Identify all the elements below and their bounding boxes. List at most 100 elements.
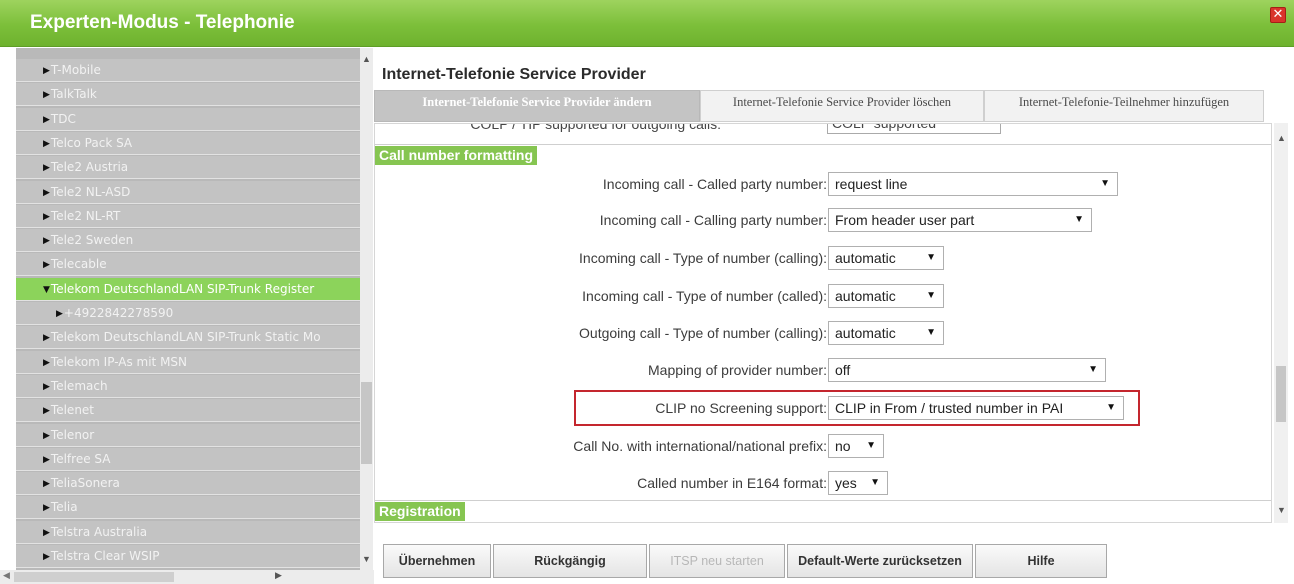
colp-row-partial: COLP / TIP supported for outgoing calls:…	[375, 124, 1271, 134]
tree-item[interactable]: ▶TDC	[16, 107, 360, 131]
tree-item-label: Telemach	[50, 378, 108, 393]
expand-right-icon[interactable]: ▶	[43, 497, 50, 518]
expand-right-icon[interactable]: ▶	[43, 109, 50, 130]
tree-item[interactable]: ▼Telekom DeutschlandLAN SIP-Trunk Regist…	[16, 277, 360, 301]
select-value: From header user part	[835, 212, 975, 228]
expand-right-icon[interactable]: ▶	[43, 230, 50, 251]
tree-item-label: Telfree SA	[50, 451, 111, 466]
expand-right-icon[interactable]: ▶	[43, 449, 50, 470]
tree-item-label: +4922842278590	[63, 306, 174, 320]
expand-right-icon[interactable]: ▶	[43, 327, 50, 348]
tree-item-label: Telstra Clear WSIP	[50, 549, 160, 563]
tree-horizontal-scrollbar[interactable]: ◀ ▶	[0, 570, 374, 584]
provider-tree: ▶T-Mobile ▶TalkTalk ▶TDC ▶Telco Pack SA ▶Tel…	[16, 48, 360, 570]
reset-defaults-button[interactable]: Default-Werte zurücksetzen	[787, 544, 973, 578]
scroll-up-icon[interactable]: ▲	[1277, 133, 1286, 143]
colp-select[interactable]: COLP supported	[827, 124, 1001, 134]
chevron-down-icon: ▼	[1100, 178, 1110, 189]
type-calling-select[interactable]: automatic ▼	[828, 246, 944, 270]
tab-add-subscriber[interactable]: Internet-Telefonie-Teilnehmer hinzufügen	[984, 90, 1264, 122]
expand-right-icon[interactable]: ▶	[43, 522, 50, 543]
scroll-down-icon[interactable]: ▼	[362, 554, 371, 564]
tree-hscroll-thumb[interactable]	[14, 572, 174, 582]
tree-item[interactable]: ▶Telemach	[16, 374, 360, 398]
expand-right-icon[interactable]: ▶	[43, 473, 50, 494]
tree-item[interactable]: ▶Tele2 NL-RT	[16, 204, 360, 228]
tree-item[interactable]: ▶Telenor	[16, 423, 360, 447]
tree-item-label: TDC	[50, 111, 76, 126]
form-vertical-scrollbar[interactable]: ▲ ▼	[1274, 123, 1288, 523]
type-called-select[interactable]: automatic ▼	[828, 284, 944, 308]
select-value: yes	[835, 475, 857, 491]
expand-right-icon[interactable]: ▶	[56, 303, 63, 324]
scroll-right-icon[interactable]: ▶	[275, 570, 282, 581]
tree-item[interactable]: ▶Telekom DeutschlandLAN SIP-Trunk Static…	[16, 326, 360, 350]
tree-item[interactable]: ▶Telstra Clear WSIP	[16, 545, 360, 568]
calling-party-select[interactable]: From header user part ▼	[828, 208, 1092, 232]
expand-right-icon[interactable]: ▶	[43, 376, 50, 397]
provider-panel: Internet-Telefonie Service Provider Inte…	[374, 48, 1294, 584]
field-incoming-type-called: Incoming call - Type of number (called):…	[375, 284, 1271, 310]
group-badge: Call number formatting	[375, 146, 538, 165]
tree-item[interactable]: ▶T-Mobile	[16, 59, 360, 82]
expand-right-icon[interactable]: ▶	[43, 254, 50, 275]
scroll-left-icon[interactable]: ◀	[3, 570, 10, 581]
prefix-select[interactable]: no ▼	[828, 434, 884, 458]
field-incoming-type-calling: Incoming call - Type of number (calling)…	[375, 246, 1271, 272]
expand-right-icon[interactable]: ▶	[43, 425, 50, 446]
select-value: automatic	[835, 288, 896, 304]
select-value: automatic	[835, 250, 896, 266]
tree-item[interactable]: ▶Telstra Australia	[16, 520, 360, 544]
tab-delete-provider[interactable]: Internet-Telefonie Service Provider lösc…	[700, 90, 984, 122]
expand-right-icon[interactable]: ▶	[43, 546, 50, 567]
tree-item[interactable]: ▶Telco Pack SA	[16, 131, 360, 155]
tree-item[interactable]: ▶Tele2 Austria	[16, 156, 360, 180]
tree-item-label: Tele2 Sweden	[50, 233, 134, 248]
tree-item[interactable]: ▶Telia	[16, 496, 360, 520]
expand-down-icon[interactable]: ▼	[43, 279, 50, 300]
expand-right-icon[interactable]: ▶	[43, 400, 50, 421]
restart-itsp-button[interactable]: ITSP neu starten	[649, 544, 785, 578]
expand-right-icon[interactable]: ▶	[43, 182, 50, 203]
field-mapping-provider-number: Mapping of provider number: off ▼	[375, 358, 1271, 384]
tree-item[interactable]: ▶Telecable	[16, 253, 360, 277]
expand-right-icon[interactable]: ▶	[43, 60, 50, 81]
expand-right-icon[interactable]: ▶	[43, 84, 50, 105]
scroll-down-icon[interactable]: ▼	[1277, 505, 1286, 515]
tree-item[interactable]: ▶TalkTalk	[16, 83, 360, 107]
mapping-select[interactable]: off ▼	[828, 358, 1106, 382]
expand-right-icon[interactable]: ▶	[43, 157, 50, 178]
tree-item[interactable]: ▶Tele2 NL-ASD	[16, 180, 360, 204]
window-title: Experten-Modus - Telephonie	[30, 12, 295, 33]
called-party-select[interactable]: request line ▼	[828, 172, 1118, 196]
tree-item-label: Telekom DeutschlandLAN SIP-Trunk Static …	[50, 330, 321, 345]
undo-button[interactable]: Rückgängig	[493, 544, 647, 578]
tab-edit-provider[interactable]: Internet-Telefonie Service Provider ände…	[374, 90, 700, 122]
settings-form: COLP / TIP supported for outgoing calls:…	[374, 123, 1272, 523]
form-scroll-thumb[interactable]	[1276, 366, 1286, 422]
expand-right-icon[interactable]: ▶	[43, 352, 50, 373]
expand-right-icon[interactable]: ▶	[43, 206, 50, 227]
tree-scroll-thumb[interactable]	[361, 382, 372, 464]
tree-item[interactable]: ▶Tele2 Sweden	[16, 229, 360, 253]
tree-item[interactable]: ▶Telfree SA	[16, 447, 360, 471]
page-title: Internet-Telefonie Service Provider	[382, 66, 646, 83]
expand-right-icon[interactable]: ▶	[43, 133, 50, 154]
tree-item[interactable]: ▶+4922842278590	[16, 302, 360, 325]
e164-select[interactable]: yes ▼	[828, 471, 888, 495]
tree-item[interactable]: ▶Telenet	[16, 399, 360, 423]
tree-item-label: Telekom IP-As mit MSN	[50, 354, 188, 369]
field-incoming-calling-party: Incoming call - Calling party number: Fr…	[375, 208, 1271, 234]
outgoing-type-select[interactable]: automatic ▼	[828, 321, 944, 345]
scroll-up-icon[interactable]: ▲	[362, 54, 371, 64]
tree-item-label: Telia	[50, 500, 78, 515]
help-button[interactable]: Hilfe	[975, 544, 1107, 578]
tree-item[interactable]: ▶TeliaSonera	[16, 472, 360, 496]
close-icon[interactable]: ✕	[1270, 7, 1286, 23]
tree-item[interactable]: ▶Telekom IP-As mit MSN	[16, 350, 360, 374]
tree-item-label: Telekom DeutschlandLAN SIP-Trunk Registe…	[50, 281, 315, 296]
tree-vertical-scrollbar[interactable]: ▲ ▼	[360, 48, 373, 570]
apply-button[interactable]: Übernehmen	[383, 544, 491, 578]
tree-item-label: Telenor	[50, 427, 95, 442]
field-outgoing-type-calling: Outgoing call - Type of number (calling)…	[375, 321, 1271, 347]
